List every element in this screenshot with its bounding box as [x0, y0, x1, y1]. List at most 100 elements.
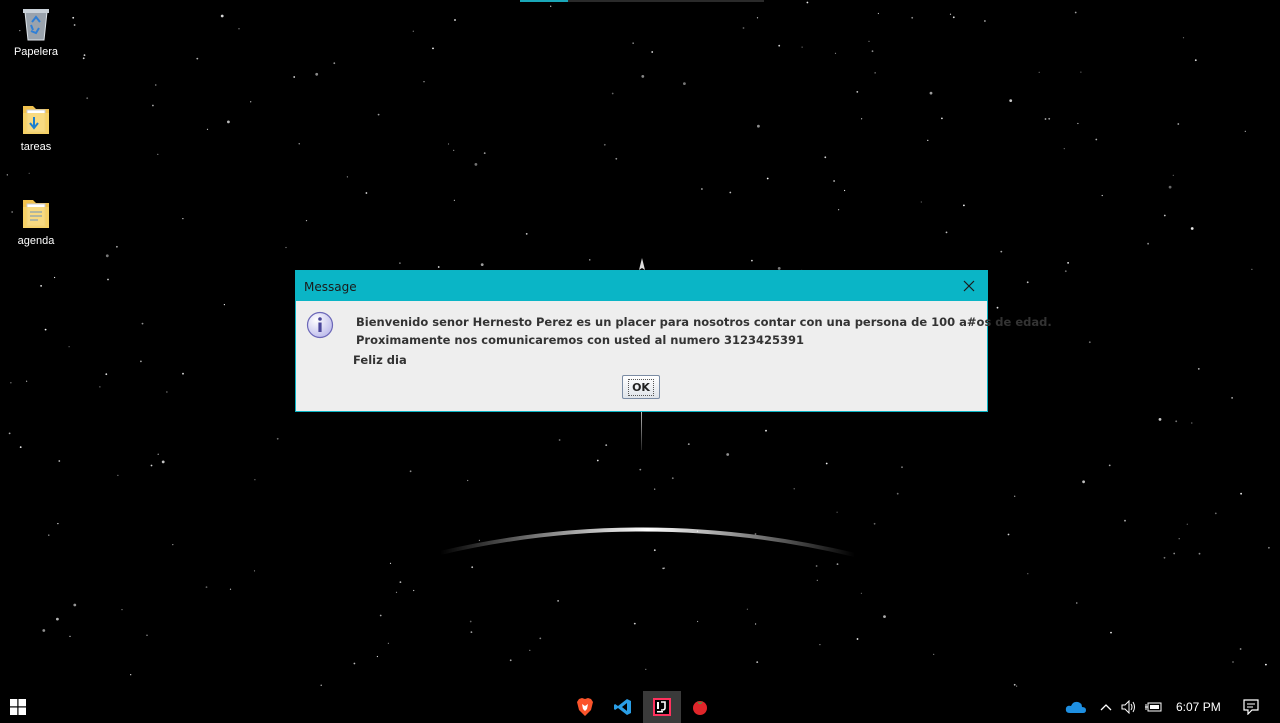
- ok-button[interactable]: OK: [622, 375, 660, 399]
- star: [836, 563, 839, 565]
- star: [205, 586, 208, 588]
- star: [471, 566, 474, 569]
- star: [615, 157, 618, 160]
- star: [632, 42, 634, 44]
- star: [589, 259, 591, 261]
- star: [816, 579, 818, 581]
- star: [432, 47, 434, 50]
- star: [146, 634, 148, 636]
- taskbar-app-brave[interactable]: [566, 691, 604, 723]
- star: [645, 668, 647, 671]
- star: [8, 432, 11, 435]
- start-button[interactable]: [0, 691, 36, 723]
- star: [1158, 418, 1162, 421]
- star: [48, 534, 50, 536]
- star: [152, 104, 154, 107]
- star: [1172, 174, 1174, 176]
- desktop-icon-papelera[interactable]: Papelera: [0, 6, 72, 58]
- star: [453, 199, 455, 201]
- dialog-titlebar[interactable]: Message: [296, 271, 987, 301]
- star: [56, 617, 59, 621]
- star: [757, 124, 760, 128]
- star: [474, 163, 478, 166]
- star: [69, 635, 71, 637]
- taskbar-app-intellij[interactable]: [643, 691, 681, 723]
- star: [1173, 552, 1176, 555]
- star: [687, 443, 690, 445]
- ok-button-label: OK: [628, 378, 654, 396]
- star: [539, 637, 542, 640]
- star: [1108, 464, 1111, 467]
- planet-horizon-arc: [439, 527, 856, 557]
- star: [729, 191, 732, 194]
- desktop-icon-tareas[interactable]: tareas: [0, 101, 72, 153]
- star: [1014, 495, 1016, 497]
- star: [963, 204, 965, 207]
- star: [871, 50, 874, 53]
- star: [413, 589, 415, 592]
- star: [756, 17, 759, 19]
- star: [557, 600, 559, 602]
- taskbar-app-vscode[interactable]: [604, 691, 642, 723]
- star: [1197, 368, 1200, 370]
- star: [437, 266, 440, 268]
- star: [596, 459, 599, 462]
- star: [141, 322, 144, 325]
- star: [1163, 214, 1166, 217]
- star: [196, 57, 199, 60]
- star: [140, 360, 142, 363]
- show-hidden-icons-button[interactable]: [1096, 691, 1116, 723]
- taskbar-app-tomato[interactable]: [681, 691, 719, 723]
- star: [1026, 281, 1029, 284]
- star: [182, 218, 184, 220]
- star: [229, 588, 232, 590]
- star: [941, 117, 943, 120]
- star: [765, 429, 767, 432]
- star: [1013, 683, 1016, 686]
- battery-button[interactable]: [1142, 691, 1166, 723]
- folder-icon: [20, 195, 52, 231]
- star: [825, 462, 828, 465]
- star: [683, 82, 686, 85]
- star: [423, 81, 425, 83]
- star: [73, 603, 77, 607]
- star: [447, 143, 450, 145]
- star: [920, 201, 922, 203]
- star: [1239, 648, 1242, 650]
- star: [860, 592, 863, 594]
- star: [150, 464, 153, 467]
- star: [1178, 538, 1180, 540]
- star: [42, 629, 46, 632]
- star: [868, 40, 870, 43]
- star: [315, 72, 319, 76]
- star: [1240, 492, 1242, 495]
- clock[interactable]: 6:07 PM: [1176, 700, 1221, 714]
- star: [815, 565, 818, 567]
- star: [756, 661, 759, 663]
- star: [454, 19, 456, 21]
- star: [238, 28, 240, 30]
- star: [223, 304, 225, 306]
- star: [856, 638, 859, 640]
- star: [227, 120, 230, 124]
- star: [1265, 663, 1267, 666]
- star: [220, 14, 224, 18]
- close-button[interactable]: [951, 271, 987, 301]
- onedrive-button[interactable]: [1062, 691, 1090, 723]
- star: [116, 245, 118, 248]
- star: [819, 644, 821, 646]
- volume-button[interactable]: [1118, 691, 1140, 723]
- desktop-icon-agenda[interactable]: agenda: [0, 195, 72, 247]
- star: [663, 567, 666, 569]
- star: [1124, 519, 1126, 522]
- star: [654, 488, 656, 490]
- star: [927, 139, 929, 141]
- star: [305, 220, 308, 222]
- star: [57, 523, 59, 525]
- top-progress-indicator: [520, 0, 764, 2]
- action-center-button[interactable]: [1238, 691, 1264, 723]
- star: [1163, 556, 1166, 559]
- star: [1232, 661, 1234, 663]
- star: [1080, 71, 1082, 73]
- star: [896, 492, 899, 495]
